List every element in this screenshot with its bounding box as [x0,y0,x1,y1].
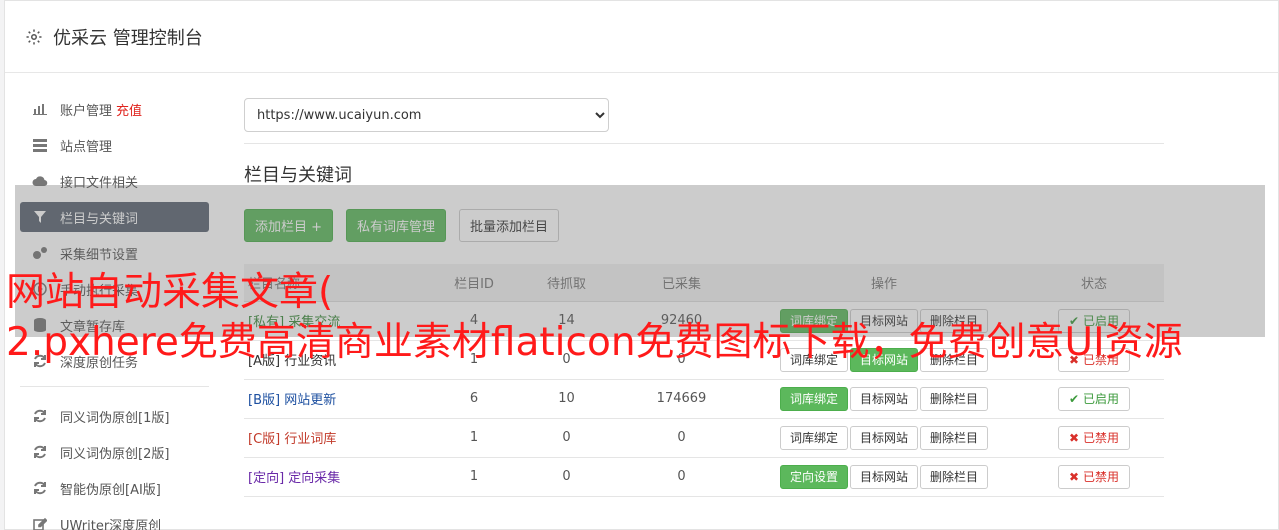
target-site-button[interactable]: 目标网站 [849,347,918,372]
status-toggle-button[interactable]: ✖ 已禁用 [1058,347,1130,372]
gear-icon [26,29,42,44]
page-title: 优采云 管理控制台 [53,27,203,49]
cross-icon: ✖ [1069,469,1080,484]
sidebar-item-account[interactable]: 账户管理 充值 [20,94,209,124]
dim-overlay [15,185,1265,337]
column-tag: [B版] [248,393,281,408]
lexicon-bind-button[interactable]: 定向设置 [779,464,848,489]
cell-actions: 词库绑定 目标网站 删除栏目 [744,340,1024,380]
sidebar-item-deep-original[interactable]: 深度原创任务 [20,346,209,376]
edit-icon [32,516,48,530]
sidebar-item-label: UWriter深度原创 [60,518,162,530]
sidebar-item-uwriter[interactable]: UWriter深度原创 [20,509,209,530]
bar-chart-icon [32,101,48,117]
delete-column-button[interactable]: 删除栏目 [920,386,989,411]
lexicon-bind-button[interactable]: 词库绑定 [779,386,848,411]
lexicon-bind-button[interactable]: 词库绑定 [779,425,848,450]
column-tag: [A版] [248,354,281,369]
sidebar-item-label: 同义词伪原创[2版] [60,446,170,462]
lexicon-bind-button[interactable]: 词库绑定 [779,347,848,372]
panel-header: 优采云 管理控制台 [5,1,1278,73]
delete-column-button[interactable]: 删除栏目 [920,464,989,489]
status-label: 已禁用 [1082,353,1119,367]
status-label: 已禁用 [1082,431,1119,445]
cell-column-id: 6 [434,379,514,419]
delete-column-button[interactable]: 删除栏目 [920,347,989,372]
cell-status: ✖ 已禁用 [1024,457,1164,497]
sidebar-item-sites[interactable]: 站点管理 [20,130,209,160]
status-label: 已启用 [1082,392,1119,406]
refresh-icon [32,480,48,496]
cell-status: ✖ 已禁用 [1024,418,1164,458]
column-tag: [C版] [248,432,281,447]
sidebar-item-label: 同义词伪原创[1版] [60,410,170,426]
cell-pending: 0 [514,457,619,497]
check-icon: ✔ [1069,391,1080,406]
cell-column-name: [C版] 行业词库 [244,418,434,458]
refresh-icon [32,408,48,424]
server-icon [32,137,48,153]
target-site-button[interactable]: 目标网站 [849,386,918,411]
cell-column-name: [A版] 行业资讯 [244,340,434,380]
sidebar-item-label: 站点管理 [60,139,113,155]
cell-pending: 10 [514,379,619,419]
recharge-link[interactable]: 充值 [116,100,142,119]
cell-status: ✖ 已禁用 [1024,340,1164,380]
sidebar-item-synonym-v2[interactable]: 同义词伪原创[2版] [20,437,209,467]
table-row: [定向] 定向采集 1 0 0 定向设置 目标网站 删除栏目 ✖ 已禁用 [244,457,1164,497]
cell-pending: 0 [514,340,619,380]
target-site-button[interactable]: 目标网站 [849,425,918,450]
sidebar-item-label: 深度原创任务 [60,355,139,371]
column-name-link[interactable]: 行业词库 [284,432,336,447]
refresh-icon [32,353,48,369]
cell-actions: 词库绑定 目标网站 删除栏目 [744,418,1024,458]
status-toggle-button[interactable]: ✖ 已禁用 [1058,425,1130,450]
column-tag: [定向] [248,471,285,486]
cell-column-id: 1 [434,340,514,380]
cell-column-id: 1 [434,457,514,497]
cell-column-name: [定向] 定向采集 [244,457,434,497]
status-toggle-button[interactable]: ✖ 已禁用 [1058,464,1130,489]
section-title: 栏目与关键词 [244,165,352,186]
table-row: [C版] 行业词库 1 0 0 词库绑定 目标网站 删除栏目 ✖ 已禁用 [244,418,1164,458]
sidebar-item-ai-original[interactable]: 智能伪原创[AI版] [20,473,209,503]
delete-column-button[interactable]: 删除栏目 [920,425,989,450]
column-name-link[interactable]: 行业资讯 [284,354,336,369]
sidebar-item-label: 账户管理 [60,103,113,119]
cell-actions: 词库绑定 目标网站 删除栏目 [744,379,1024,419]
site-select[interactable]: https://www.ucaiyun.com [244,98,609,132]
cell-collected: 0 [619,457,744,497]
sidebar-item-synonym-v1[interactable]: 同义词伪原创[1版] [20,401,209,431]
status-label: 已禁用 [1082,470,1119,484]
cell-pending: 0 [514,418,619,458]
sidebar-item-label: 智能伪原创[AI版] [60,482,161,498]
sidebar-divider [20,386,209,387]
cross-icon: ✖ [1069,352,1080,367]
section-divider [244,143,1164,144]
cell-actions: 定向设置 目标网站 删除栏目 [744,457,1024,497]
table-row: [B版] 网站更新 6 10 174669 词库绑定 目标网站 删除栏目 ✔ 已启用 [244,379,1164,419]
cross-icon: ✖ [1069,430,1080,445]
cell-status: ✔ 已启用 [1024,379,1164,419]
cell-column-id: 1 [434,418,514,458]
target-site-button[interactable]: 目标网站 [849,464,918,489]
cell-collected: 174669 [619,379,744,419]
refresh-icon [32,444,48,460]
column-name-link[interactable]: 定向采集 [288,471,340,486]
cell-collected: 0 [619,418,744,458]
status-toggle-button[interactable]: ✔ 已启用 [1058,386,1130,411]
cell-column-name: [B版] 网站更新 [244,379,434,419]
table-row: [A版] 行业资讯 1 0 0 词库绑定 目标网站 删除栏目 ✖ 已禁用 [244,340,1164,380]
cell-collected: 0 [619,340,744,380]
column-name-link[interactable]: 网站更新 [284,393,336,408]
